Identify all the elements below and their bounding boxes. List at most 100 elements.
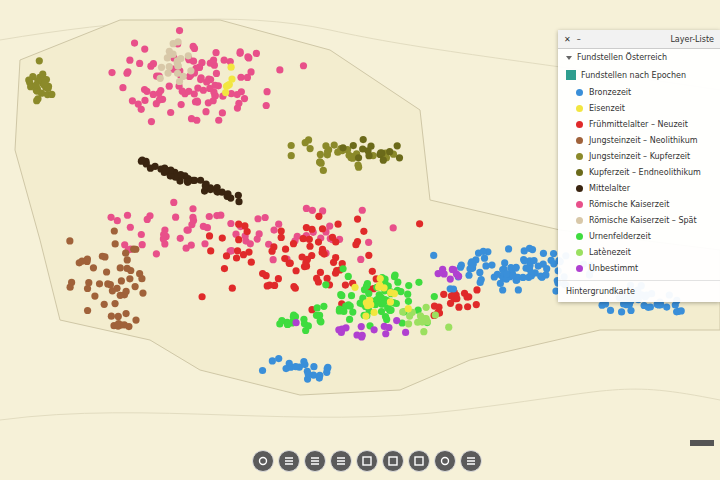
site-marker[interactable] — [127, 224, 134, 231]
site-marker[interactable] — [244, 53, 251, 60]
site-marker[interactable] — [161, 240, 168, 247]
site-marker[interactable] — [103, 268, 110, 275]
site-marker[interactable] — [262, 214, 269, 221]
site-marker[interactable] — [164, 70, 171, 77]
site-marker[interactable] — [119, 84, 126, 91]
site-marker[interactable] — [275, 275, 282, 282]
site-marker[interactable] — [305, 371, 312, 378]
site-marker[interactable] — [167, 51, 174, 58]
site-marker[interactable] — [302, 139, 309, 146]
legend-item[interactable]: Jungsteinzeit – Kupferzeit — [558, 148, 720, 164]
site-marker[interactable] — [189, 214, 196, 221]
site-marker[interactable] — [162, 166, 169, 173]
legend-item[interactable]: Römische Kaiserzeit – Spät — [558, 212, 720, 228]
site-marker[interactable] — [435, 270, 442, 277]
site-marker[interactable] — [306, 236, 313, 243]
site-marker[interactable] — [378, 294, 385, 301]
site-marker[interactable] — [347, 154, 354, 161]
site-marker[interactable] — [179, 88, 186, 95]
site-marker[interactable] — [430, 252, 437, 259]
site-marker[interactable] — [139, 156, 146, 163]
site-marker[interactable] — [529, 246, 536, 253]
site-marker[interactable] — [481, 255, 488, 262]
legend-item[interactable]: Latènezeit — [558, 244, 720, 260]
site-marker[interactable] — [203, 78, 210, 85]
site-marker[interactable] — [473, 286, 480, 293]
checkbox[interactable] — [566, 70, 576, 80]
site-marker[interactable] — [157, 75, 164, 82]
site-marker[interactable] — [367, 143, 374, 150]
site-marker[interactable] — [34, 95, 41, 102]
site-marker[interactable] — [357, 256, 364, 263]
site-marker[interactable] — [115, 313, 122, 320]
site-marker[interactable] — [369, 268, 376, 275]
site-marker[interactable] — [645, 304, 652, 311]
site-marker[interactable] — [263, 88, 270, 95]
site-marker[interactable] — [352, 241, 359, 248]
site-marker[interactable] — [269, 357, 276, 364]
site-marker[interactable] — [466, 265, 473, 272]
site-marker[interactable] — [465, 272, 472, 279]
site-marker[interactable] — [607, 307, 614, 314]
site-marker[interactable] — [237, 74, 244, 81]
site-marker[interactable] — [450, 266, 457, 273]
site-marker[interactable] — [420, 328, 427, 335]
site-marker[interactable] — [84, 307, 91, 314]
site-marker[interactable] — [138, 106, 145, 113]
site-marker[interactable] — [221, 57, 228, 64]
site-marker[interactable] — [292, 363, 299, 370]
site-marker[interactable] — [320, 167, 327, 174]
site-marker[interactable] — [67, 284, 74, 291]
site-marker[interactable] — [310, 363, 317, 370]
site-marker[interactable] — [108, 69, 115, 76]
site-marker[interactable] — [301, 320, 308, 327]
site-marker[interactable] — [185, 88, 192, 95]
site-marker[interactable] — [235, 236, 242, 243]
site-marker[interactable] — [618, 308, 625, 315]
site-marker[interactable] — [234, 91, 241, 98]
legend-item[interactable]: Römische Kaiserzeit — [558, 196, 720, 212]
site-marker[interactable] — [378, 308, 385, 315]
site-marker[interactable] — [141, 45, 148, 52]
site-marker[interactable] — [381, 323, 388, 330]
site-marker[interactable] — [275, 355, 282, 362]
grid-icon[interactable] — [356, 450, 378, 472]
site-marker[interactable] — [334, 221, 341, 228]
site-marker[interactable] — [478, 276, 485, 283]
site-marker[interactable] — [550, 260, 557, 267]
site-marker[interactable] — [405, 282, 412, 289]
site-marker[interactable] — [330, 259, 337, 266]
site-marker[interactable] — [90, 264, 97, 271]
site-marker[interactable] — [101, 301, 108, 308]
site-marker[interactable] — [287, 260, 294, 267]
legend-item[interactable]: Jungsteinzeit – Neolithikum — [558, 132, 720, 148]
site-marker[interactable] — [476, 269, 483, 276]
site-marker[interactable] — [136, 60, 143, 67]
site-marker[interactable] — [124, 265, 131, 272]
site-marker[interactable] — [357, 300, 364, 307]
minimize-button[interactable]: – — [577, 35, 581, 44]
site-marker[interactable] — [342, 282, 349, 289]
site-marker[interactable] — [213, 70, 220, 77]
measure-icon[interactable] — [304, 450, 326, 472]
site-marker[interactable] — [99, 253, 106, 260]
site-marker[interactable] — [111, 300, 118, 307]
site-marker[interactable] — [521, 257, 528, 264]
site-marker[interactable] — [354, 216, 361, 223]
site-marker[interactable] — [431, 293, 438, 300]
site-marker[interactable] — [215, 117, 222, 124]
site-marker[interactable] — [391, 271, 398, 278]
site-marker[interactable] — [210, 56, 217, 63]
site-marker[interactable] — [405, 298, 412, 305]
site-marker[interactable] — [241, 222, 248, 229]
site-marker[interactable] — [348, 292, 355, 299]
site-marker[interactable] — [167, 109, 174, 116]
site-marker[interactable] — [96, 280, 103, 287]
site-marker[interactable] — [503, 270, 510, 277]
site-marker[interactable] — [513, 264, 520, 271]
site-marker[interactable] — [371, 326, 378, 333]
site-marker[interactable] — [270, 256, 277, 263]
site-marker[interactable] — [672, 301, 679, 308]
site-marker[interactable] — [190, 58, 197, 65]
site-marker[interactable] — [405, 320, 412, 327]
